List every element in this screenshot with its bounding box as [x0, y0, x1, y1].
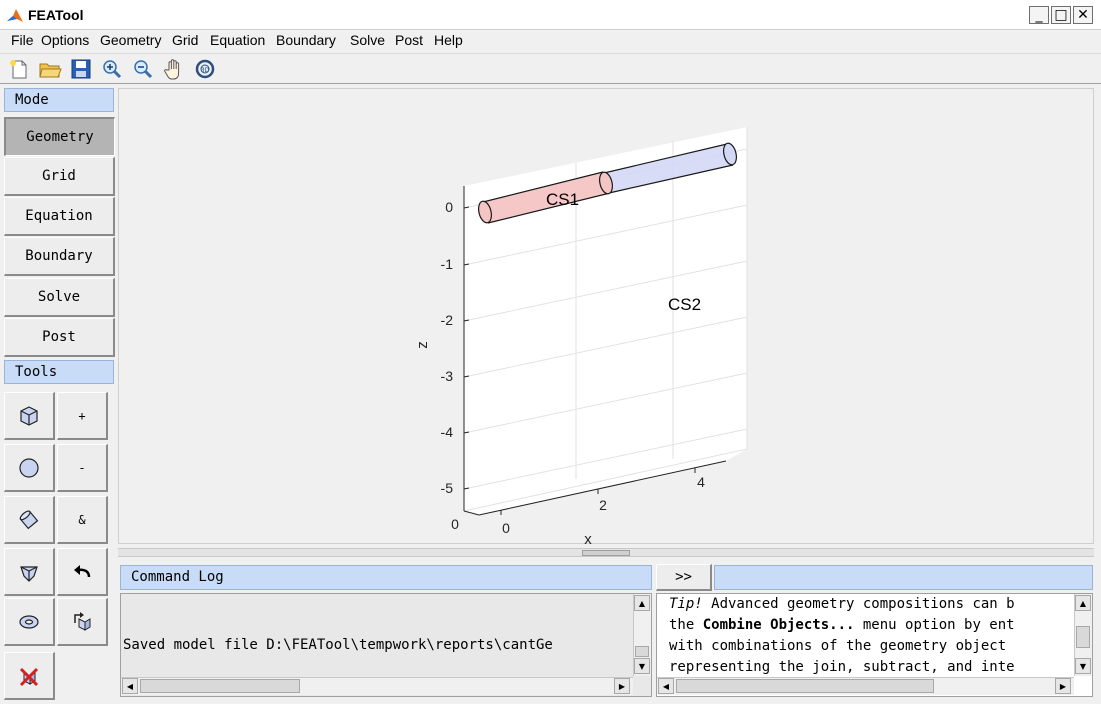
- cube-tool-button[interactable]: [4, 392, 55, 440]
- cylinder-tool-button[interactable]: [4, 496, 55, 544]
- menu-bar: File Options Geometry Grid Equation Boun…: [0, 30, 1101, 52]
- torus-tool-button[interactable]: [4, 598, 55, 646]
- zoom-out-icon[interactable]: [131, 58, 155, 80]
- pan-hand-icon[interactable]: [162, 58, 186, 80]
- z-tick-label: 0: [445, 199, 453, 215]
- x-tick-label: 4: [697, 474, 705, 490]
- delete-tool-button[interactable]: [4, 652, 55, 700]
- z-tick-label: -1: [441, 256, 454, 272]
- new-file-icon[interactable]: [7, 58, 31, 80]
- menu-equation[interactable]: Equation: [208, 32, 267, 48]
- menu-options[interactable]: Options: [39, 32, 91, 48]
- cylinder-icon: [19, 509, 39, 529]
- command-log-header: Command Log: [120, 565, 652, 590]
- tip-line-3: with combinations of the geometry object: [669, 638, 1007, 654]
- window-title: FEATool: [28, 7, 84, 23]
- scroll-up-icon[interactable]: ▲: [634, 595, 650, 611]
- z-tick-label: -5: [441, 480, 454, 496]
- torus-icon: [19, 614, 39, 629]
- minimize-button[interactable]: _: [1029, 6, 1049, 24]
- mode-grid-button[interactable]: Grid: [4, 157, 115, 196]
- x-tick-label: 2: [599, 497, 607, 513]
- scroll-right-icon[interactable]: ▶: [1055, 678, 1071, 694]
- maximize-button[interactable]: □: [1051, 6, 1071, 24]
- menu-geometry[interactable]: Geometry: [98, 32, 163, 48]
- toolbar: 3D: [0, 53, 1101, 84]
- open-folder-icon[interactable]: [38, 58, 62, 80]
- menu-solve[interactable]: Solve: [348, 32, 387, 48]
- cone-icon: [20, 565, 38, 582]
- tip-header: [714, 565, 1093, 590]
- tip-menu-option: Combine Objects...: [702, 617, 855, 633]
- sphere-icon: [19, 457, 39, 478]
- tip-text: menu option by ent: [854, 617, 1015, 633]
- save-icon[interactable]: [69, 58, 93, 80]
- x-axis-label: x: [584, 531, 592, 545]
- y-tick-label: 0: [451, 516, 459, 532]
- scroll-down-icon[interactable]: ▼: [1075, 658, 1091, 674]
- scroll-left-icon[interactable]: ◀: [658, 678, 674, 694]
- scroll-up-icon[interactable]: ▲: [1075, 595, 1091, 611]
- label-cs1: CS1: [546, 190, 579, 209]
- tools-header: Tools: [4, 360, 114, 384]
- menu-grid[interactable]: Grid: [170, 32, 200, 48]
- splitter-handle[interactable]: [582, 550, 630, 556]
- label-cs2: CS2: [668, 295, 701, 314]
- x-tick-label: 0: [502, 520, 510, 536]
- cube-icon: [20, 405, 38, 426]
- zoom-in-icon[interactable]: [100, 58, 124, 80]
- delete-icon: [19, 667, 39, 686]
- menu-boundary[interactable]: Boundary: [274, 32, 338, 48]
- menu-help[interactable]: Help: [432, 32, 465, 48]
- menu-file[interactable]: File: [9, 32, 36, 48]
- mode-solve-button[interactable]: Solve: [4, 278, 115, 317]
- z-tick-label: -2: [441, 312, 454, 328]
- close-button[interactable]: ✕: [1073, 6, 1093, 24]
- mode-geometry-button[interactable]: Geometry: [4, 117, 115, 156]
- scroll-right-icon[interactable]: ▶: [614, 678, 630, 694]
- tip-line-2: the Combine Objects... menu option by en…: [669, 617, 1015, 633]
- intersect-tool-button[interactable]: &: [57, 496, 108, 544]
- transform-icon: [74, 611, 91, 631]
- transform-tool-button[interactable]: [57, 598, 108, 646]
- menu-post[interactable]: Post: [393, 32, 425, 48]
- mode-boundary-button[interactable]: Boundary: [4, 237, 115, 276]
- union-tool-button[interactable]: +: [57, 392, 108, 440]
- vscroll-thumb[interactable]: [1076, 626, 1090, 648]
- plot-axes[interactable]: CS1 CS2 0 -1 -2 -3 -4 -5 0 2 4 0 z x: [119, 89, 1095, 545]
- tip-text: Advanced geometry compositions can b: [702, 596, 1015, 612]
- scroll-left-icon[interactable]: ◀: [122, 678, 138, 694]
- rotate-3d-icon[interactable]: 3D: [193, 58, 217, 80]
- z-tick-label: -4: [441, 424, 454, 440]
- z-tick-labels: 0 -1 -2 -3 -4 -5: [441, 199, 454, 496]
- vscroll-thumb[interactable]: [635, 646, 649, 657]
- hscroll-thumb[interactable]: [140, 679, 300, 693]
- subtract-tool-button[interactable]: -: [57, 444, 108, 492]
- title-bar: FEATool _ □ ✕: [0, 0, 1101, 30]
- z-tick-label: -3: [441, 368, 454, 384]
- mode-equation-button[interactable]: Equation: [4, 197, 115, 236]
- tip-line-1: Tip! Advanced geometry compositions can …: [669, 596, 1015, 612]
- tip-line-4: representing the join, subtract, and int…: [669, 659, 1015, 675]
- svg-text:3D: 3D: [201, 67, 210, 74]
- geometry-plot-area[interactable]: CS1 CS2 0 -1 -2 -3 -4 -5 0 2 4 0 z x: [118, 88, 1095, 545]
- cone-tool-button[interactable]: [4, 548, 55, 596]
- tip-text: the: [669, 617, 703, 633]
- hscroll-thumb[interactable]: [676, 679, 934, 693]
- tip-prefix: Tip!: [669, 596, 703, 612]
- undo-arrow-icon: [74, 564, 91, 577]
- expand-log-button[interactable]: >>: [656, 564, 712, 591]
- undo-tool-button[interactable]: [57, 548, 108, 596]
- command-log-line: Saved model file D:\FEATool\tempwork\rep…: [123, 637, 553, 653]
- sphere-tool-button[interactable]: [4, 444, 55, 492]
- z-axis-label: z: [414, 341, 431, 349]
- mode-post-button[interactable]: Post: [4, 318, 115, 357]
- mode-header: Mode: [4, 88, 114, 112]
- matlab-logo-icon: [7, 9, 23, 22]
- scroll-down-icon[interactable]: ▼: [634, 658, 650, 674]
